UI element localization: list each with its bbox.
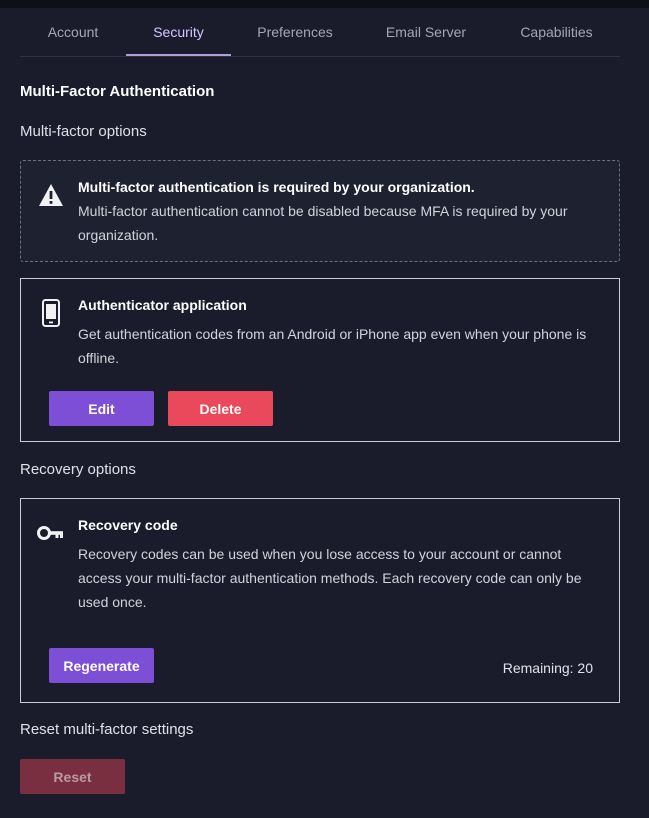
reset-button[interactable]: Reset — [20, 759, 125, 794]
warning-icon — [37, 181, 65, 209]
notice-text: Multi-factor authentication cannot be di… — [78, 203, 568, 243]
delete-button[interactable]: Delete — [168, 391, 273, 426]
mfa-required-notice: Multi-factor authentication is required … — [20, 160, 620, 262]
top-bar — [0, 0, 649, 8]
recovery-options-heading: Recovery options — [20, 461, 136, 478]
tab-security[interactable]: Security — [126, 8, 231, 56]
tab-email-server[interactable]: Email Server — [359, 8, 493, 55]
recovery-title: Recovery code — [78, 517, 178, 533]
settings-tabs: Account Security Preferences Email Serve… — [20, 8, 620, 57]
remaining-codes-count: Remaining: 20 — [502, 660, 593, 676]
page-title: Multi-Factor Authentication — [20, 83, 215, 100]
phone-icon — [37, 299, 65, 327]
tab-account[interactable]: Account — [20, 8, 126, 55]
mfa-options-heading: Multi-factor options — [20, 123, 147, 140]
edit-button[interactable]: Edit — [49, 391, 154, 426]
authenticator-title: Authenticator application — [78, 297, 247, 313]
tab-capabilities[interactable]: Capabilities — [493, 8, 620, 55]
tab-preferences[interactable]: Preferences — [231, 8, 359, 55]
recovery-text: Recovery codes can be used when you lose… — [78, 546, 582, 610]
notice-title: Multi-factor authentication is required … — [78, 179, 475, 195]
reset-settings-heading: Reset multi-factor settings — [20, 721, 194, 738]
authenticator-text: Get authentication codes from an Android… — [78, 326, 587, 366]
authenticator-app-card: Authenticator application Get authentica… — [20, 278, 620, 442]
regenerate-button[interactable]: Regenerate — [49, 648, 154, 683]
recovery-code-card: Recovery code Recovery codes can be used… — [20, 498, 620, 703]
key-icon — [37, 519, 65, 547]
